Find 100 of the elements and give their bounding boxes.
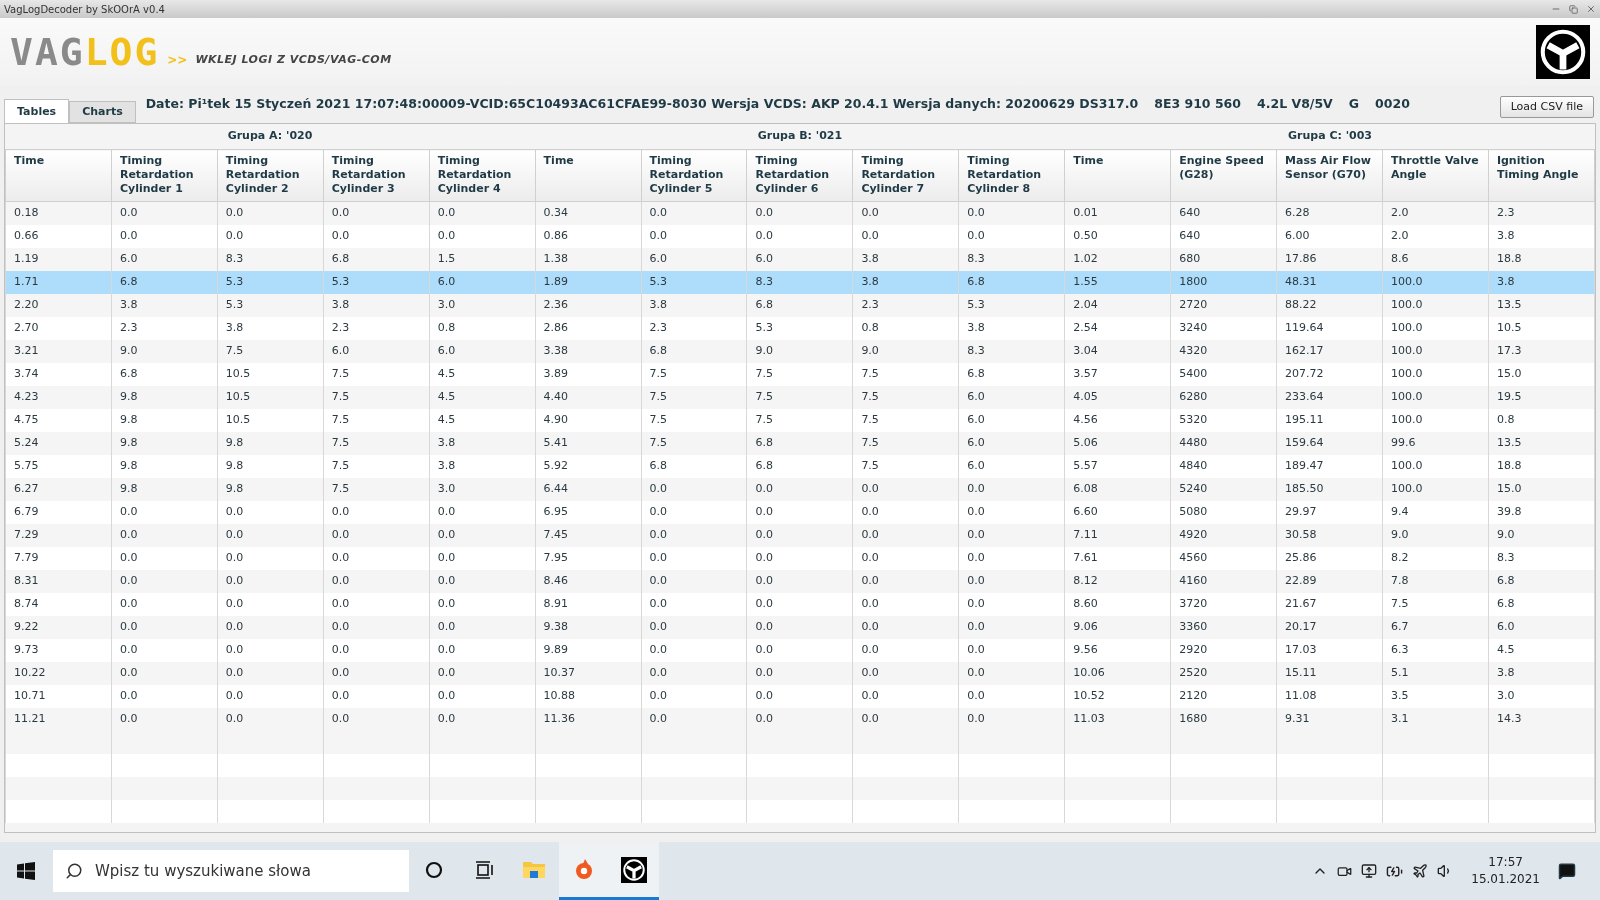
table-cell: 6.0: [323, 339, 430, 363]
table-row[interactable]: 8.74 0.0 0.0 0.0 0.0 8.91 0.0 0.0 0.0 0.0 8.60 3720 21.67 7.5 6.8: [5, 592, 1595, 616]
table-row[interactable]: 3.74 6.8 10.5 7.5 4.5 3.89 7.5 7.5 7.5 6.8 3.57 5400 207.72 100.0 15.0: [5, 362, 1595, 386]
load-csv-button[interactable]: Load CSV file: [1499, 96, 1594, 118]
table-cell: 189.47: [1276, 454, 1383, 478]
wheel-logo-icon: [621, 856, 647, 883]
table-row[interactable]: 3.21 9.0 7.5 6.0 6.0 3.38 6.8 9.0 9.0 8.3 3.04 4320 162.17 100.0 17.3: [5, 339, 1595, 363]
table-row[interactable]: 2.70 2.3 3.8 2.3 0.8 2.86 2.3 5.3 0.8 3.8 2.54 3240 119.64 100.0 10.5: [5, 316, 1595, 340]
table-cell: 2.0: [1382, 224, 1489, 248]
table-cell: 0.86: [535, 224, 642, 248]
monitor-icon[interactable]: [1361, 863, 1378, 879]
table-row[interactable]: 1.19 6.0 8.3 6.8 1.5 1.38 6.0 6.0 3.8 8.3 1.02 680 17.86 8.6 18.8: [5, 247, 1595, 271]
column-header[interactable]: Time: [1064, 149, 1171, 202]
table-cell: 0.0: [746, 500, 853, 524]
table-cell: 233.64: [1276, 385, 1383, 409]
table-cell: 6.8: [111, 362, 218, 386]
table-row[interactable]: 0.66 0.0 0.0 0.0 0.0 0.86 0.0 0.0 0.0 0.0 0.50 640 6.00 2.0 3.8: [5, 224, 1595, 248]
table-cell: 0.0: [429, 546, 536, 570]
column-header[interactable]: Mass Air Flow Sensor (G70): [1276, 149, 1383, 202]
table-cell: 2920: [1170, 638, 1277, 662]
column-header[interactable]: Timing Retardation Cylinder 8: [958, 149, 1065, 202]
taskbar-app[interactable]: [609, 842, 659, 900]
table-cell: 4.5: [429, 408, 536, 432]
table-row[interactable]: 0.18 0.0 0.0 0.0 0.0 0.34 0.0 0.0 0.0 0.0 0.01 640 6.28 2.0 2.3: [5, 201, 1595, 225]
table-row[interactable]: 7.29 0.0 0.0 0.0 0.0 7.45 0.0 0.0 0.0 0.0 7.11 4920 30.58 9.0 9.0: [5, 523, 1595, 547]
table-cell: 2.86: [535, 316, 642, 340]
table-row[interactable]: 4.75 9.8 10.5 7.5 4.5 4.90 7.5 7.5 7.5 6.0 4.56 5320 195.11 100.0 0.8: [5, 408, 1595, 432]
table-row[interactable]: 10.71 0.0 0.0 0.0 0.0 10.88 0.0 0.0 0.0 0.0 10.52 2120 11.08 3.5 3.0: [5, 684, 1595, 708]
table-cell: 22.89: [1276, 569, 1383, 593]
table-row[interactable]: 8.31 0.0 0.0 0.0 0.0 8.46 0.0 0.0 0.0 0.0 8.12 4160 22.89 7.8 6.8: [5, 569, 1595, 593]
table-cell: 9.89: [535, 638, 642, 662]
column-header[interactable]: Timing Retardation Cylinder 7: [852, 149, 959, 202]
table-row[interactable]: 7.79 0.0 0.0 0.0 0.0 7.95 0.0 0.0 0.0 0.0 7.61 4560 25.86 8.2 8.3: [5, 546, 1595, 570]
table-cell: 9.0: [1488, 523, 1595, 547]
column-header[interactable]: Timing Retardation Cylinder 6: [746, 149, 853, 202]
table-cell: 0.0: [746, 201, 853, 225]
table-cell: 0.0: [111, 661, 218, 685]
table-cell: 0.0: [958, 201, 1065, 225]
restore-icon[interactable]: [1569, 4, 1578, 14]
table-cell: 0.0: [111, 546, 218, 570]
table-cell: 0.0: [852, 615, 959, 639]
table-cell: 2.3: [641, 316, 747, 340]
table-cell: 0.0: [746, 661, 853, 685]
table-cell: 4.75: [5, 408, 112, 432]
tab[interactable]: Charts: [69, 101, 136, 123]
table-row[interactable]: 10.22 0.0 0.0 0.0 0.0 10.37 0.0 0.0 0.0 0.0 10.06 2520 15.11 5.1 3.8: [5, 661, 1595, 685]
table-cell: 0.0: [323, 546, 430, 570]
column-header[interactable]: Throttle Valve Angle: [1382, 149, 1489, 202]
table-row[interactable]: 1.71 6.8 5.3 5.3 6.0 1.89 5.3 8.3 3.8 6.8 1.55 1800 48.31 100.0 3.8: [5, 270, 1595, 294]
table-row[interactable]: 5.24 9.8 9.8 7.5 3.8 5.41 7.5 6.8 7.5 6.0 5.06 4480 159.64 99.6 13.5: [5, 431, 1595, 455]
table-cell: 2.04: [1064, 293, 1171, 317]
table-cell: 0.0: [217, 224, 324, 248]
table-row[interactable]: 6.79 0.0 0.0 0.0 0.0 6.95 0.0 0.0 0.0 0.0 6.60 5080 29.97 9.4 39.8: [5, 500, 1595, 524]
table-row[interactable]: 5.75 9.8 9.8 7.5 3.8 5.92 6.8 6.8 7.5 6.0 5.57 4840 189.47 100.0 18.8: [5, 454, 1595, 478]
column-header[interactable]: Time: [5, 149, 112, 202]
table-row[interactable]: 2.20 3.8 5.3 3.8 3.0 2.36 3.8 6.8 2.3 5.3 2.04 2720 88.22 100.0 13.5: [5, 293, 1595, 317]
column-header[interactable]: Timing Retardation Cylinder 2: [217, 149, 324, 202]
clock-date[interactable]: 15.01.2021: [1471, 871, 1540, 888]
table-cell: 0.0: [746, 569, 853, 593]
table-cell: 0.0: [641, 546, 747, 570]
table-cell: 3.8: [323, 293, 430, 317]
table-cell: 0.0: [641, 224, 747, 248]
tab[interactable]: Tables: [4, 99, 70, 124]
column-header[interactable]: Timing Retardation Cylinder 1: [111, 149, 218, 202]
table-cell: 0.0: [852, 638, 959, 662]
table-cell: 10.5: [217, 408, 324, 432]
table-cell: 8.46: [535, 569, 642, 593]
notification-icon[interactable]: [1558, 862, 1576, 880]
table-row[interactable]: 9.22 0.0 0.0 0.0 0.0 9.38 0.0 0.0 0.0 0.0 9.06 3360 20.17 6.7 6.0: [5, 615, 1595, 639]
table-row[interactable]: 11.21 0.0 0.0 0.0 0.0 11.36 0.0 0.0 0.0 0.0 11.03 1680 9.31 3.1 14.3: [5, 707, 1595, 731]
table-cell: 0.0: [429, 615, 536, 639]
close-icon[interactable]: [1586, 4, 1596, 14]
windows-start-icon[interactable]: [17, 862, 35, 880]
info-text: 4.2L V8/5V: [1257, 94, 1333, 113]
table-row[interactable]: 4.23 9.8 10.5 7.5 4.5 4.40 7.5 7.5 7.5 6.0 4.05 6280 233.64 100.0 19.5: [5, 385, 1595, 409]
table-cell: 0.0: [641, 569, 747, 593]
folder-icon: [522, 859, 546, 880]
table-cell: 6.0: [429, 270, 536, 294]
table-cell: 0.0: [746, 592, 853, 616]
table-cell: 7.5: [746, 362, 853, 386]
clock-time[interactable]: 17:57: [1488, 854, 1523, 871]
table-cell: 0.0: [746, 546, 853, 570]
table-cell: 4480: [1170, 431, 1277, 455]
table-cell: 18.8: [1488, 247, 1595, 271]
table-row[interactable]: 6.27 9.8 9.8 7.5 3.0 6.44 0.0 0.0 0.0 0.0 6.08 5240 185.50 100.0 15.0: [5, 477, 1595, 501]
column-header[interactable]: Ignition Timing Angle: [1488, 149, 1595, 202]
table-cell: 7.5: [217, 339, 324, 363]
column-header[interactable]: Timing Retardation Cylinder 4: [429, 149, 536, 202]
column-header[interactable]: Timing Retardation Cylinder 5: [641, 149, 747, 202]
table-cell: 10.88: [535, 684, 642, 708]
column-header[interactable]: Timing Retardation Cylinder 3: [323, 149, 430, 202]
column-header[interactable]: Time: [535, 149, 642, 202]
airplane-icon[interactable]: [1412, 863, 1429, 879]
column-header[interactable]: Engine Speed (G28): [1170, 149, 1277, 202]
table-row[interactable]: 9.73 0.0 0.0 0.0 0.0 9.89 0.0 0.0 0.0 0.0 9.56 2920 17.03 6.3 4.5: [5, 638, 1595, 662]
table-cell: 5.75: [5, 454, 112, 478]
table-cell: 0.0: [958, 592, 1065, 616]
table-cell: 6.0: [958, 385, 1065, 409]
table-cell: 4840: [1170, 454, 1277, 478]
taskbar-search-field[interactable]: Wpisz tu wyszukiwane słowa: [53, 850, 409, 892]
